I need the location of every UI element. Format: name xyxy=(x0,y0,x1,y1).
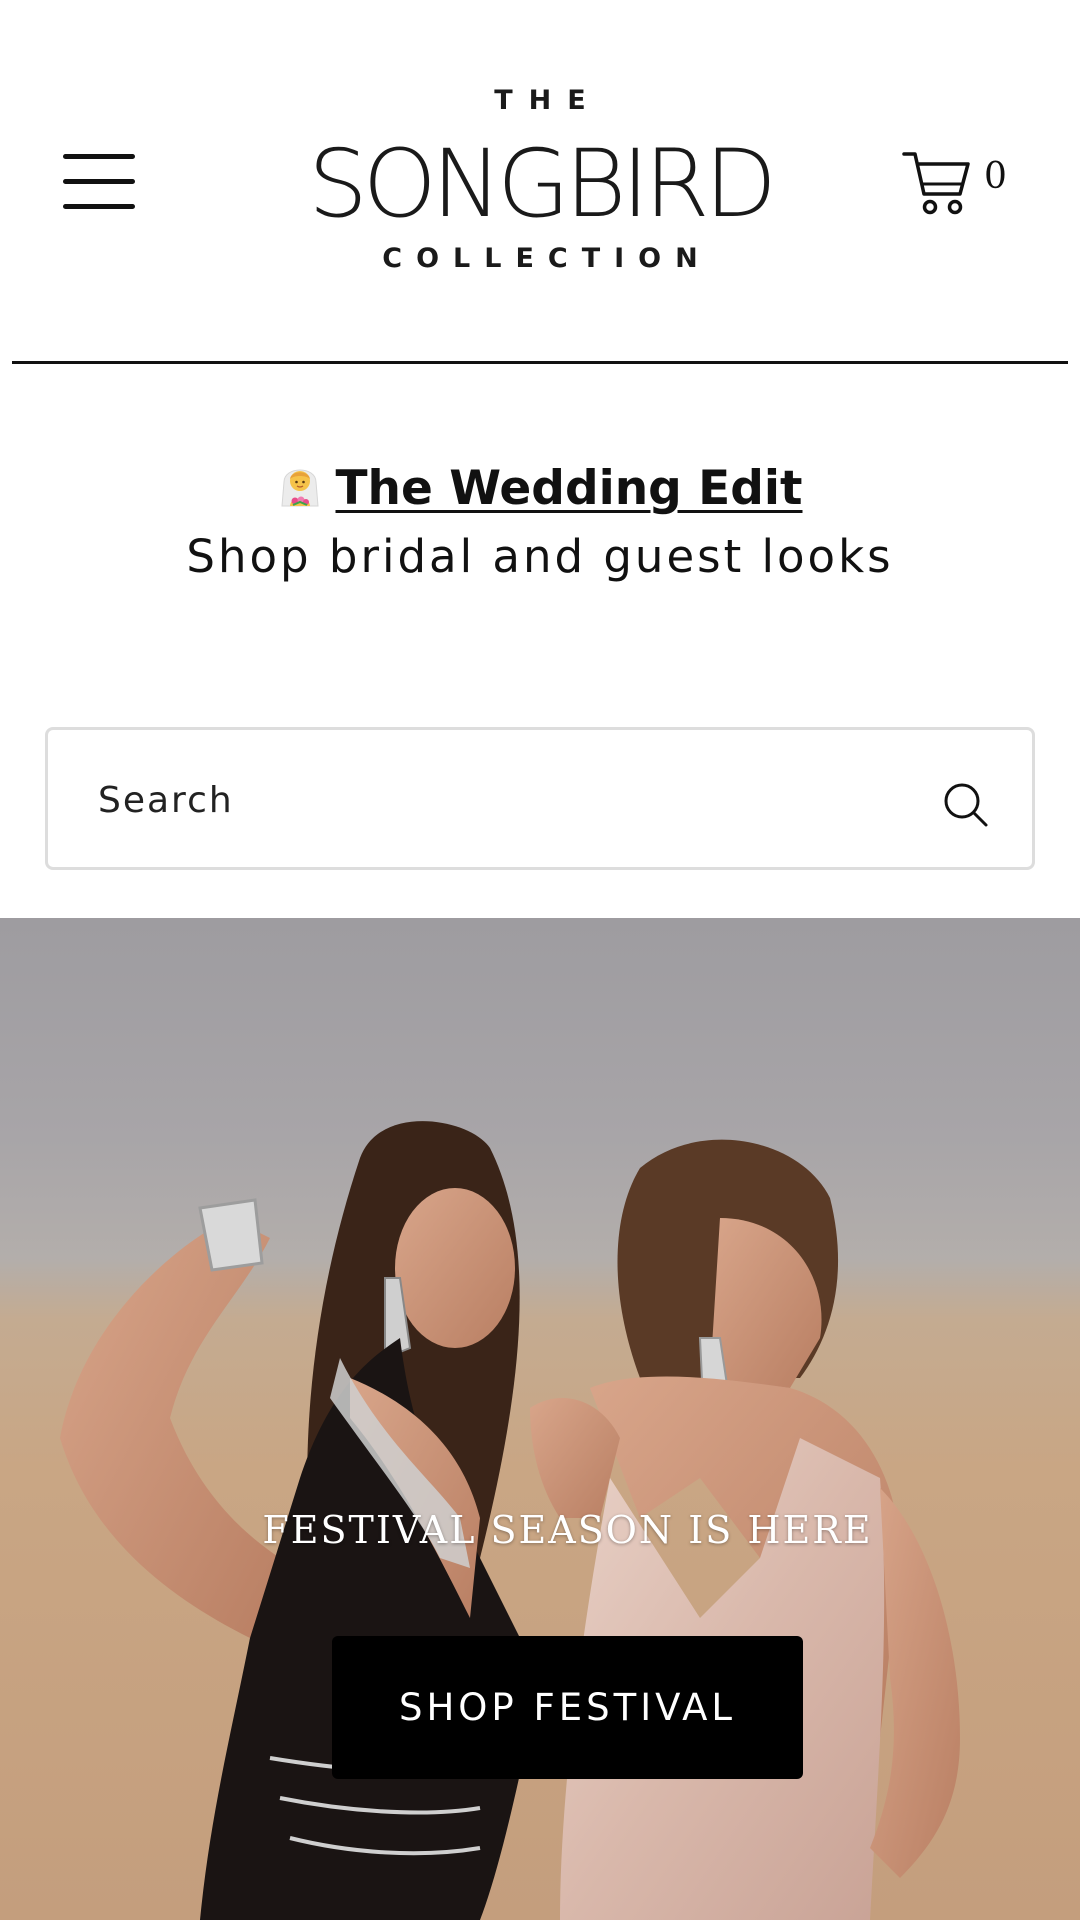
hamburger-menu-icon[interactable] xyxy=(63,154,135,210)
cart-button[interactable]: 0 xyxy=(902,150,1012,220)
shopping-cart-icon xyxy=(902,152,970,215)
wedding-edit-label: The Wedding Edit xyxy=(335,461,803,516)
search-box xyxy=(45,727,1035,870)
wedding-edit-link[interactable]: The Wedding Edit xyxy=(278,460,803,516)
shop-festival-button[interactable]: SHOP FESTIVAL xyxy=(332,1636,803,1779)
cart-count: 0 xyxy=(984,156,1007,197)
promo-subtitle: Shop bridal and guest looks xyxy=(186,530,894,583)
logo-main-text: SONGBIRD xyxy=(308,130,777,239)
logo-the-text: THE xyxy=(494,85,602,116)
bride-emoji-icon xyxy=(278,460,322,510)
hero-heading: FESTIVAL SEASON IS HERE xyxy=(262,1508,873,1552)
site-header: THE SONGBIRD COLLECTION 0 xyxy=(0,0,1080,365)
search-icon[interactable] xyxy=(941,780,991,830)
promo-banner: The Wedding Edit Shop bridal and guest l… xyxy=(0,460,1080,583)
search-input[interactable] xyxy=(98,770,898,830)
hero-banner: FESTIVAL SEASON IS HERE SHOP FESTIVAL xyxy=(0,918,1080,1920)
logo-sub-text: COLLECTION xyxy=(382,243,712,274)
songbird-logo[interactable]: THE SONGBIRD COLLECTION xyxy=(290,85,790,275)
header-divider xyxy=(12,361,1068,364)
